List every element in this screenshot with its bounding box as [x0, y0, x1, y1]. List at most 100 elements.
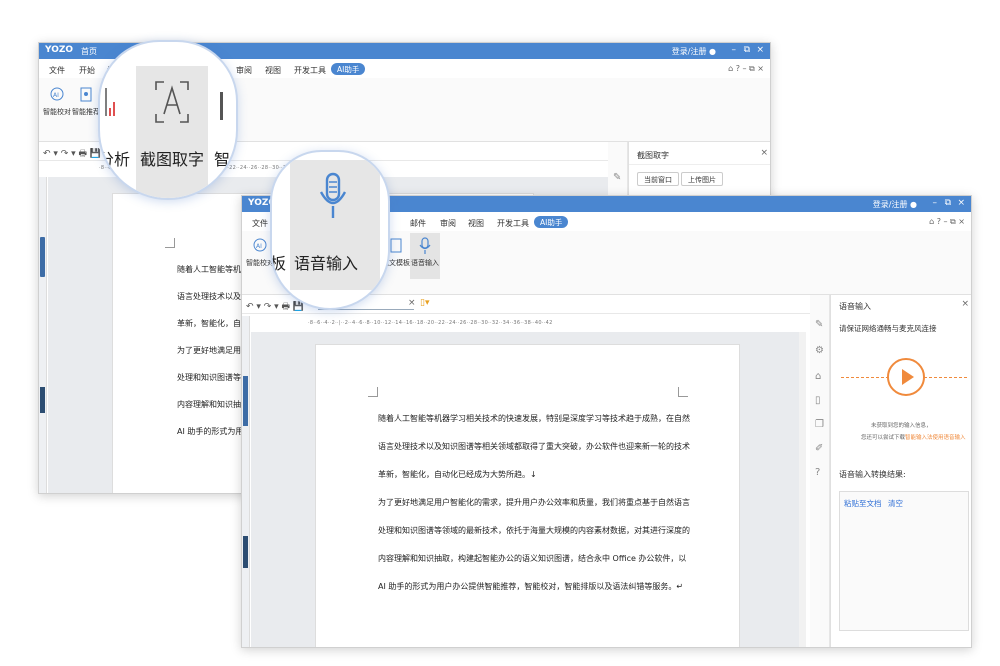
recommend-icon: [80, 87, 92, 102]
menu-file[interactable]: 文件: [49, 65, 65, 76]
pen-icon[interactable]: ✎: [613, 172, 621, 183]
play-icon: [902, 369, 914, 385]
svg-text:AI: AI: [256, 243, 262, 250]
settings-icon[interactable]: ⚙: [815, 345, 824, 356]
margin-corner: [165, 238, 175, 248]
status-no-input: 未获取到您的输入信息，: [871, 423, 932, 429]
ocr-icon: [155, 81, 189, 123]
voice-input-button[interactable]: 语音输入: [410, 233, 440, 279]
menu-review[interactable]: 审阅: [440, 218, 456, 229]
close-icon[interactable]: ×: [957, 198, 965, 208]
clear-link[interactable]: 清空: [888, 498, 903, 509]
doc-tab-close-icon[interactable]: ×: [408, 298, 416, 308]
smart-label-clip: 智: [214, 150, 231, 169]
svg-text:AI: AI: [53, 92, 59, 99]
horizontal-ruler: ·8··6··4··2··|··2··4··6··8··10··12··14··…: [308, 320, 742, 330]
pane-close-icon[interactable]: ×: [760, 148, 768, 158]
margin-corner-left: [368, 387, 378, 397]
paragraph-line: 处理和知识图谱等领域的最新技术，依托于海量大规模的内容素材数据，对其进行深度的: [378, 526, 690, 535]
window-controls-right[interactable]: ⌂ ? – ⧉ ×: [728, 64, 764, 74]
undo-redo-icons[interactable]: ↶ ▾ ↷ ▾ 🖶 💾: [246, 299, 304, 315]
current-window-button[interactable]: 当前窗口: [637, 172, 679, 186]
next-icon-clip: [220, 92, 223, 120]
board-label-clip: 板: [270, 254, 287, 273]
ruler-marker: [243, 376, 248, 426]
results-box[interactable]: 粘贴至文档 清空: [839, 491, 969, 631]
paragraph-line: 随着人工智能等机器学习相关技术的快速发展，特别是深度学习等技术趋于成熟，在自然: [378, 414, 690, 423]
side-toolstrip: ✎ ⚙ ⌂ ▯ ❐ ✐ ?: [810, 295, 830, 647]
menu-review[interactable]: 审阅: [236, 65, 252, 76]
paragraph-line: 为了更好地满足用户: [177, 346, 249, 355]
paragraph-line: AI 助手的形式为用户办公提供智能推荐，智能校对，智能排版以及语法纠错等服务。↵: [378, 582, 684, 591]
minimize-icon[interactable]: –: [933, 198, 938, 208]
tab-ai-assistant[interactable]: AI助手: [534, 216, 569, 228]
ruler-marker: [243, 536, 248, 568]
vertical-ruler: [39, 177, 47, 493]
account-link[interactable]: 登录/注册 ●: [873, 199, 917, 210]
tab-ai-assistant[interactable]: AI助手: [331, 63, 366, 75]
doc-icon[interactable]: ▯: [815, 395, 821, 406]
smart-proof-button[interactable]: AI 智能校对: [43, 86, 71, 117]
download-ime-link[interactable]: 智能输入法使用语音输入: [905, 435, 966, 441]
ai-proof-icon: AI: [253, 238, 267, 252]
paragraph-line: 为了更好地满足用户智能化的需求，提升用户办公效率和质量，我们将重点基于自然语言: [378, 498, 690, 507]
document-page: 随着人工智能等机器学习相关技术的快速发展，特别是深度学习等技术趋于成熟，在自然 …: [315, 344, 740, 647]
play-button[interactable]: [887, 358, 925, 396]
voice-input-pane: 语音输入 × 请保证网络通畅与麦克风连接 未获取到您的输入信息， 您还可以尝试下…: [830, 295, 971, 647]
status-download-tip: 您还可以尝试下载智能输入法使用语音输入: [861, 435, 966, 441]
results-label: 语音输入转换结果:: [839, 470, 906, 479]
upload-image-button[interactable]: 上传图片: [681, 172, 723, 186]
close-icon[interactable]: ×: [756, 45, 764, 55]
ruler-marker: [40, 237, 45, 277]
menu-view[interactable]: 视图: [265, 65, 281, 76]
menu-file[interactable]: 文件: [252, 218, 268, 229]
restore-icon[interactable]: ⧉: [744, 45, 750, 55]
new-doc-icon[interactable]: ▯▾: [420, 298, 429, 308]
microphone-icon: [419, 237, 431, 254]
paragraph-line: 语言处理技术以及知: [177, 292, 249, 301]
app-logo: YOZO: [45, 45, 74, 55]
paragraph-line: 内容理解和知识抽取: [177, 400, 249, 409]
margin-corner-right: [678, 387, 688, 397]
paragraph-line: 处理和知识图谱等领: [177, 373, 249, 382]
menu-mail[interactable]: 邮件: [410, 218, 426, 229]
copy-icon[interactable]: ❐: [815, 419, 824, 430]
lock-icon[interactable]: ⌂: [815, 371, 821, 382]
pane-title: 语音输入: [839, 302, 871, 311]
vertical-scrollbar[interactable]: [799, 332, 806, 647]
restore-icon[interactable]: ⧉: [945, 198, 951, 208]
paragraph-line: 革新，智能化，自动: [177, 319, 249, 328]
wave-right: [919, 377, 967, 378]
minimize-icon[interactable]: –: [732, 45, 737, 55]
pane-title: 截图取字: [637, 151, 669, 160]
paragraph-line: 革新，智能化，自动化已经成为大势所趋。↓: [378, 470, 537, 479]
menu-home[interactable]: 开始: [79, 65, 95, 76]
magnifier-ocr: 分析 截图取字 智: [98, 40, 238, 200]
vertical-ruler: [242, 316, 250, 647]
analysis-label-clip: 分析: [98, 150, 131, 169]
magnifier-voice: 板 语音输入: [270, 150, 390, 310]
pane-divider: [629, 164, 770, 165]
edit-icon[interactable]: ✐: [815, 443, 823, 454]
network-tip: 请保证网络通畅与麦克风连接: [839, 324, 937, 333]
undo-redo-icons[interactable]: ↶ ▾ ↷ ▾ 🖶 💾: [43, 146, 101, 162]
ruler-marker: [40, 387, 45, 413]
paste-to-doc-link[interactable]: 粘贴至文档: [844, 498, 882, 509]
user-icon: ●: [709, 47, 716, 56]
menu-dev-tools[interactable]: 开发工具: [497, 218, 529, 229]
template-icon: [390, 238, 402, 253]
window-controls-right[interactable]: ⌂ ? – ⧉ ×: [929, 217, 965, 227]
wave-left: [841, 377, 889, 378]
paragraph-line: 语言处理技术以及知识图谱等相关领域都取得了重大突破，办公软件也迎来新一轮的技术: [378, 442, 690, 451]
account-link[interactable]: 登录/注册 ●: [672, 46, 716, 57]
smart-recommend-button[interactable]: 智能推荐: [72, 86, 100, 117]
ai-proof-icon: AI: [50, 87, 64, 101]
document-canvas: 随着人工智能等机器学习相关技术的快速发展，特别是深度学习等技术趋于成熟，在自然 …: [251, 332, 806, 647]
menu-dev-tools[interactable]: 开发工具: [294, 65, 326, 76]
menu-view[interactable]: 视图: [468, 218, 484, 229]
microphone-large-icon: [319, 172, 347, 218]
pen-icon[interactable]: ✎: [815, 319, 823, 330]
help-icon[interactable]: ?: [815, 467, 820, 478]
tab-home[interactable]: 首页: [81, 46, 97, 57]
pane-close-icon[interactable]: ×: [961, 299, 969, 309]
